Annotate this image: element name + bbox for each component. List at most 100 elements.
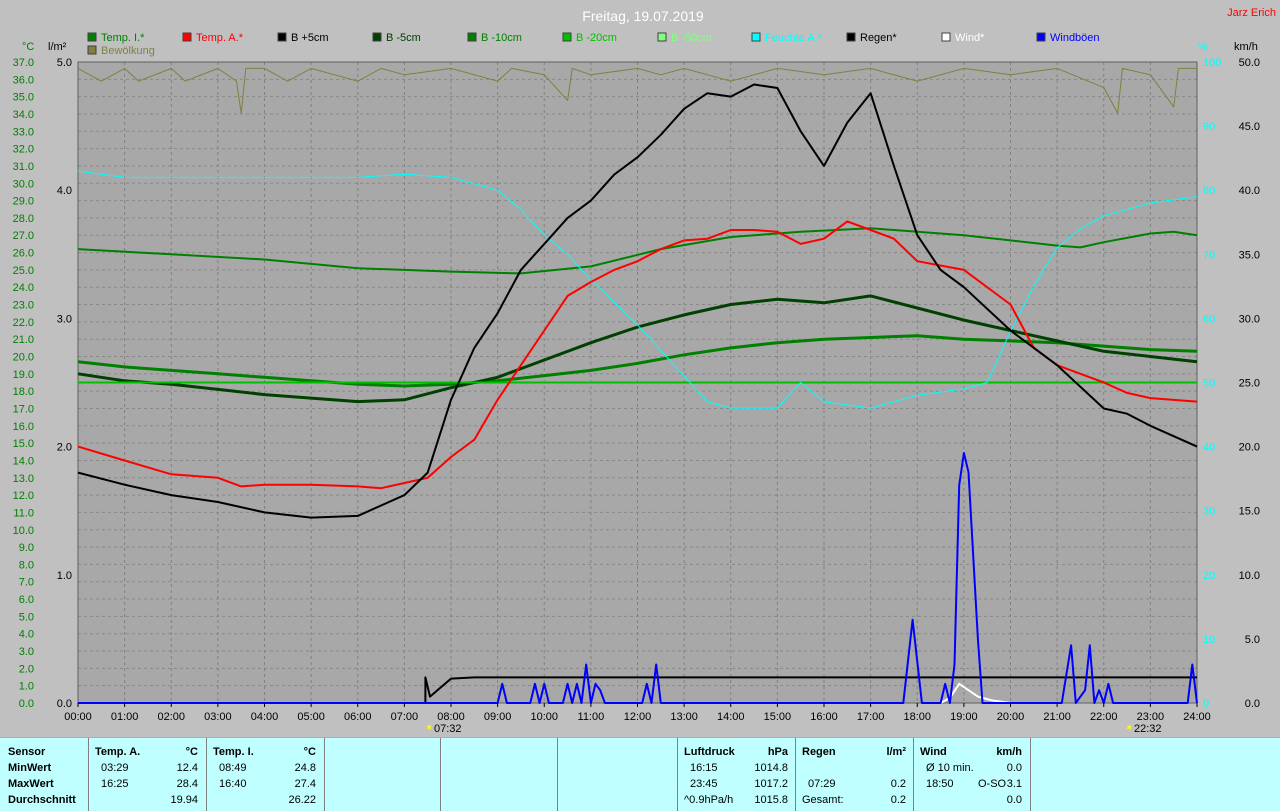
divider — [88, 738, 89, 811]
wind-max: 3.1 — [1006, 778, 1022, 790]
wind-axis-unit: km/h — [1234, 41, 1258, 53]
author-label: Jarz Erich — [1227, 7, 1276, 19]
temp-a-max-time: 16:25 — [101, 778, 129, 790]
rain-tick-label: 4.0 — [57, 185, 72, 197]
x-tick-label: 16:00 — [810, 711, 838, 723]
sun-icon: ✶ — [425, 723, 433, 734]
legend-entry: B +5cm — [277, 32, 329, 44]
temp-tick-label: 0.0 — [19, 698, 34, 710]
wind-tick-label: 50.0 — [1239, 57, 1260, 69]
rain-max-time: 07:29 — [808, 778, 836, 790]
x-tick-label: 23:00 — [1137, 711, 1165, 723]
temp-tick-label: 14.0 — [13, 455, 34, 467]
temp-tick-label: 24.0 — [13, 282, 34, 294]
x-tick-label: 22:00 — [1090, 711, 1118, 723]
legend-label: B -5cm — [386, 32, 421, 44]
x-tick-label: 03:00 — [204, 711, 232, 723]
legend-entry: Temp. I.* — [87, 32, 145, 44]
wind-avg: 0.0 — [1006, 794, 1022, 806]
x-tick-label: 13:00 — [670, 711, 698, 723]
weather-chart: Freitag, 19.07.2019 Jarz Erich Temp. I.*… — [13, 7, 1276, 735]
x-tick-label: 21:00 — [1043, 711, 1071, 723]
x-tick-label: 24:00 — [1183, 711, 1211, 723]
humidity-tick-label: 50 — [1203, 378, 1215, 390]
sunrise-marker: ✶ 07:32 — [425, 723, 462, 735]
divider — [206, 738, 207, 811]
temp-tick-label: 9.0 — [19, 542, 34, 554]
temp-tick-label: 2.0 — [19, 663, 34, 675]
temp-i-max: 27.4 — [294, 778, 316, 790]
pressure-header: Luftdruck — [684, 746, 735, 758]
x-tick-label: 05:00 — [297, 711, 325, 723]
legend-label: Bewölkung — [101, 45, 155, 57]
legend-entry: Bewölkung — [87, 45, 155, 57]
legend-label: Temp. I.* — [101, 32, 145, 44]
temp-tick-label: 8.0 — [19, 559, 34, 571]
temp-tick-label: 1.0 — [19, 681, 34, 693]
humidity-tick-label: 60 — [1203, 313, 1215, 325]
divider — [913, 738, 914, 811]
rain-unit: l/m² — [886, 746, 906, 758]
wind-avg10: 0.0 — [1006, 762, 1022, 774]
rain-tick-label: 1.0 — [57, 570, 72, 582]
x-tick-label: 09:00 — [484, 711, 512, 723]
wind-tick-label: 15.0 — [1239, 506, 1260, 518]
x-tick-label: 00:00 — [64, 711, 92, 723]
legend-swatch — [87, 32, 97, 42]
rain-header: Regen — [802, 746, 836, 758]
humidity-tick-label: 90 — [1203, 121, 1215, 133]
temp-a-min: 12.4 — [176, 762, 198, 774]
chart-title: Freitag, 19.07.2019 — [582, 8, 704, 24]
divider — [1030, 738, 1031, 811]
humidity-axis-unit: % — [1198, 41, 1208, 53]
legend-swatch — [467, 32, 477, 42]
legend-swatch — [87, 45, 97, 55]
temp-tick-label: 35.0 — [13, 92, 34, 104]
humidity-tick-label: 20 — [1203, 570, 1215, 582]
legend-entry: B -5cm — [372, 32, 421, 44]
pressure-max-time: 23:45 — [690, 778, 718, 790]
temp-tick-label: 27.0 — [13, 230, 34, 242]
wind-header: Wind — [920, 746, 947, 758]
legend-swatch — [751, 32, 761, 42]
wind-tick-label: 0.0 — [1245, 698, 1260, 710]
legend-swatch — [562, 32, 572, 42]
x-tick-label: 01:00 — [111, 711, 139, 723]
legend-label: B -10cm — [481, 32, 522, 44]
legend-label: Regen* — [860, 32, 897, 44]
temp-a-max: 28.4 — [176, 778, 198, 790]
temp-tick-label: 5.0 — [19, 611, 34, 623]
x-tick-label: 02:00 — [157, 711, 185, 723]
temp-tick-label: 18.0 — [13, 386, 34, 398]
x-tick-label: 07:00 — [391, 711, 419, 723]
temp-tick-label: 28.0 — [13, 213, 34, 225]
rain-total: 0.2 — [890, 794, 906, 806]
x-tick-label: 08:00 — [437, 711, 465, 723]
rain-max: 0.2 — [890, 778, 906, 790]
temp-a-avg: 19.94 — [170, 794, 198, 806]
legend-swatch — [657, 32, 667, 42]
legend-swatch — [182, 32, 192, 42]
sunset-marker: ✶ 22:32 — [1125, 723, 1162, 735]
humidity-tick-label: 0 — [1203, 698, 1209, 710]
temp-tick-label: 34.0 — [13, 109, 34, 121]
wind-tick-label: 40.0 — [1239, 185, 1260, 197]
temp-tick-label: 13.0 — [13, 473, 34, 485]
temp-i-avg: 26.22 — [288, 794, 316, 806]
pressure-min: 1014.8 — [754, 762, 788, 774]
x-tick-label: 14:00 — [717, 711, 745, 723]
x-tick-label: 04:00 — [251, 711, 279, 723]
legend-swatch — [1036, 32, 1046, 42]
temp-tick-label: 17.0 — [13, 403, 34, 415]
legend-label: Temp. A.* — [196, 32, 244, 44]
legend-entry: Feuchte A.* — [751, 32, 823, 44]
temp-tick-label: 12.0 — [13, 490, 34, 502]
row-label-avg: Durchschnitt — [8, 794, 76, 806]
temp-i-min: 24.8 — [294, 762, 316, 774]
wind-tick-label: 10.0 — [1239, 570, 1260, 582]
temp-tick-label: 36.0 — [13, 74, 34, 86]
temp-tick-label: 11.0 — [13, 507, 34, 519]
legend-swatch — [277, 32, 287, 42]
sensor-header: Sensor — [8, 746, 46, 758]
humidity-tick-label: 30 — [1203, 506, 1215, 518]
